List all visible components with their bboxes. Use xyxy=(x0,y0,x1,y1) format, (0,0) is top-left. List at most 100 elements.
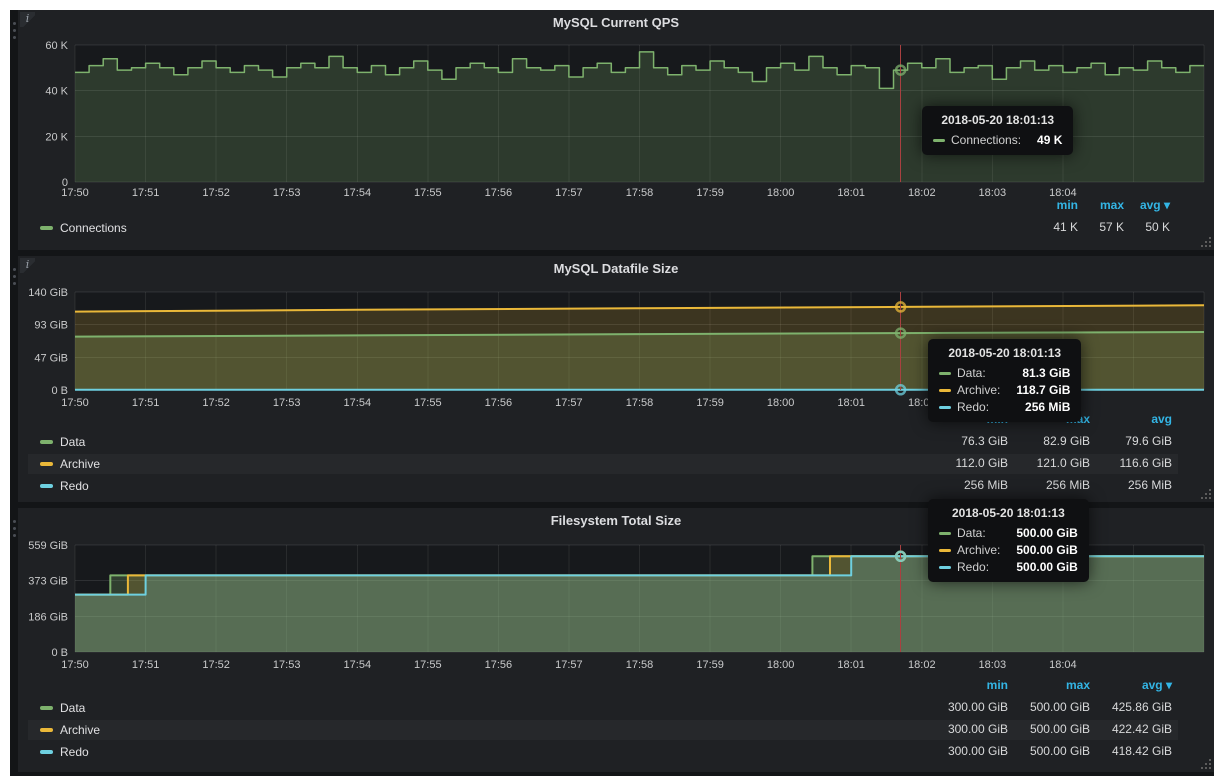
tooltip-series-value: 500.00 GiB xyxy=(1000,560,1077,574)
series-name: Redo xyxy=(60,479,89,493)
legend-series-data[interactable]: Data xyxy=(40,434,85,450)
legend-value-min: 256 MiB xyxy=(926,478,1008,494)
svg-text:17:55: 17:55 xyxy=(414,187,442,199)
tooltip-series-value: 118.7 GiB xyxy=(1000,383,1070,397)
svg-text:47 GiB: 47 GiB xyxy=(34,352,68,364)
legend-series-redo[interactable]: Redo xyxy=(40,744,89,760)
tooltip-timestamp: 2018-05-20 18:01:13 xyxy=(933,113,1062,127)
series-color-dash xyxy=(40,706,53,710)
svg-text:17:53: 17:53 xyxy=(273,659,301,671)
svg-text:18:03: 18:03 xyxy=(979,659,1007,671)
series-color-dash xyxy=(40,750,53,754)
legend-series-archive[interactable]: Archive xyxy=(40,722,100,738)
svg-text:18:01: 18:01 xyxy=(837,397,865,409)
svg-text:17:59: 17:59 xyxy=(696,397,724,409)
legend-value-max: 57 K xyxy=(1074,220,1124,236)
svg-text:60 K: 60 K xyxy=(45,40,68,52)
svg-text:18:02: 18:02 xyxy=(908,187,936,199)
series-color-dash xyxy=(939,372,951,375)
series-color-dash xyxy=(40,440,53,444)
svg-text:17:58: 17:58 xyxy=(626,397,654,409)
svg-text:18:01: 18:01 xyxy=(837,187,865,199)
svg-text:18:04: 18:04 xyxy=(1049,659,1077,671)
svg-text:17:52: 17:52 xyxy=(202,187,230,199)
tooltip-series-label: Data: xyxy=(957,366,986,380)
svg-text:17:56: 17:56 xyxy=(485,397,513,409)
tooltip-series-row: Archive:118.7 GiB xyxy=(939,383,1070,397)
legend-header-avg[interactable]: avg ▾ xyxy=(1090,678,1172,694)
tooltip-series-row: Data: 81.3 GiB xyxy=(939,366,1070,380)
svg-text:17:55: 17:55 xyxy=(414,659,442,671)
legend-value-min: 300.00 GiB xyxy=(926,700,1008,716)
svg-text:17:52: 17:52 xyxy=(202,659,230,671)
panel-drag-handle[interactable] xyxy=(13,520,16,523)
legend-series-archive[interactable]: Archive xyxy=(40,456,100,472)
svg-text:17:56: 17:56 xyxy=(485,659,513,671)
svg-text:93 GiB: 93 GiB xyxy=(34,320,68,332)
legend-header-avg[interactable]: avg xyxy=(1090,412,1172,428)
series-color-dash xyxy=(939,549,951,552)
legend-header-avg[interactable]: avg ▾ xyxy=(1120,198,1170,214)
panel-resize-handle[interactable] xyxy=(1200,236,1211,247)
series-name: Data xyxy=(60,435,85,449)
tooltip-timestamp: 2018-05-20 18:01:13 xyxy=(939,506,1078,520)
svg-text:18:00: 18:00 xyxy=(767,397,795,409)
graph-tooltip: 2018-05-20 18:01:13 Data: 81.3 GiB Archive:… xyxy=(928,339,1081,422)
svg-text:17:54: 17:54 xyxy=(344,659,372,671)
svg-text:20 K: 20 K xyxy=(45,131,68,143)
svg-text:17:59: 17:59 xyxy=(696,659,724,671)
svg-text:17:57: 17:57 xyxy=(555,397,583,409)
legend-value-min: 300.00 GiB xyxy=(926,722,1008,738)
legend-series-data[interactable]: Data xyxy=(40,700,85,716)
legend-header-min[interactable]: min xyxy=(1028,198,1078,214)
tooltip-series-value: 81.3 GiB xyxy=(1006,366,1070,380)
tooltip-series-label: Redo: xyxy=(957,560,989,574)
legend-value-avg: 422.42 GiB xyxy=(1090,722,1172,738)
svg-text:17:51: 17:51 xyxy=(132,659,160,671)
tooltip-timestamp: 2018-05-20 18:01:13 xyxy=(939,346,1070,360)
series-color-dash xyxy=(939,566,951,569)
legend-header-max[interactable]: max xyxy=(1074,198,1124,214)
svg-text:373 GiB: 373 GiB xyxy=(28,576,68,588)
svg-text:186 GiB: 186 GiB xyxy=(28,611,68,623)
panel-drag-handle[interactable] xyxy=(13,268,16,271)
svg-text:140 GiB: 140 GiB xyxy=(28,287,68,299)
graph-tooltip: 2018-05-20 18:01:13 Connections:49 K xyxy=(922,106,1073,155)
tooltip-series-value: 49 K xyxy=(1021,133,1062,147)
svg-text:17:55: 17:55 xyxy=(414,397,442,409)
tooltip-series-row: Connections:49 K xyxy=(933,133,1062,147)
legend-series-redo[interactable]: Redo xyxy=(40,478,89,494)
tooltip-series-label: Redo: xyxy=(957,400,989,414)
series-name: Connections xyxy=(60,221,127,235)
legend-series-connections[interactable]: Connections xyxy=(40,220,127,236)
tooltip-series-row: Redo: 500.00 GiB xyxy=(939,560,1078,574)
panel-resize-handle[interactable] xyxy=(1200,488,1211,499)
panel-resize-handle[interactable] xyxy=(1200,758,1211,769)
tooltip-series-value: 500.00 GiB xyxy=(1000,543,1077,557)
svg-text:18:03: 18:03 xyxy=(979,187,1007,199)
series-color-dash xyxy=(939,532,951,535)
legend-value-avg: 418.42 GiB xyxy=(1090,744,1172,760)
svg-text:17:52: 17:52 xyxy=(202,397,230,409)
svg-text:17:54: 17:54 xyxy=(344,397,372,409)
svg-text:17:56: 17:56 xyxy=(485,187,513,199)
legend-value-avg: 425.86 GiB xyxy=(1090,700,1172,716)
tooltip-series-value: 500.00 GiB xyxy=(1000,526,1077,540)
series-color-dash xyxy=(933,139,945,142)
legend-value-avg: 79.6 GiB xyxy=(1090,434,1172,450)
svg-text:18:01: 18:01 xyxy=(837,659,865,671)
grafana-dashboard: i MySQL Current QPS 60 K40 K20 K017:5017… xyxy=(10,10,1214,776)
tooltip-series-row: Redo:256 MiB xyxy=(939,400,1070,414)
svg-text:559 GiB: 559 GiB xyxy=(28,540,68,552)
tooltip-series-label: Archive: xyxy=(957,383,1000,397)
svg-text:17:57: 17:57 xyxy=(555,187,583,199)
legend-value-max: 82.9 GiB xyxy=(1008,434,1090,450)
series-color-dash xyxy=(40,462,53,466)
legend-value-max: 500.00 GiB xyxy=(1008,722,1090,738)
series-color-dash xyxy=(939,389,951,392)
panel-drag-handle[interactable] xyxy=(13,22,16,25)
svg-text:17:53: 17:53 xyxy=(273,397,301,409)
legend-header-min[interactable]: min xyxy=(926,678,1008,694)
svg-text:18:02: 18:02 xyxy=(908,659,936,671)
legend-header-max[interactable]: max xyxy=(1008,678,1090,694)
